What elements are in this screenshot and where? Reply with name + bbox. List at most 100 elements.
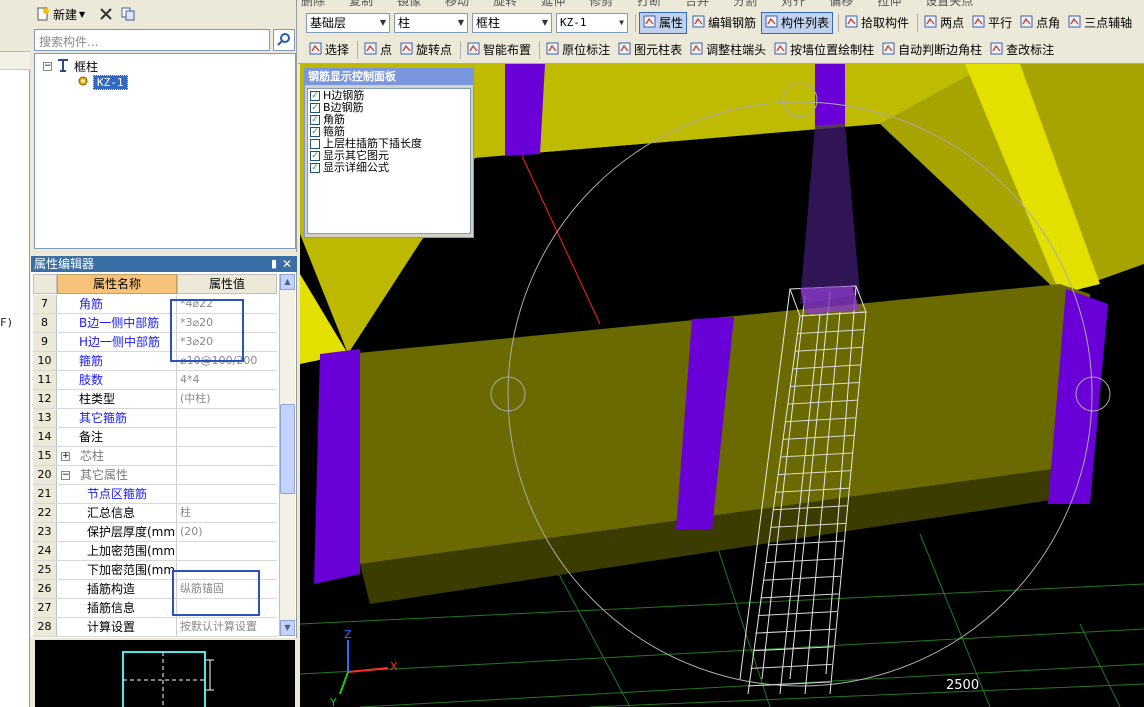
rebar-option-label: 显示详细公式 xyxy=(323,161,389,174)
checkbox-unchecked-icon[interactable] xyxy=(310,139,320,149)
property-value[interactable] xyxy=(177,428,277,446)
toolbar-top-item[interactable]: 移动 xyxy=(442,0,472,7)
tree-node-frame-column[interactable]: − 框柱 xyxy=(43,58,98,74)
toolbar-top-item[interactable]: 删除 xyxy=(298,0,328,7)
checkbox-checked-icon[interactable]: ✓ xyxy=(310,127,320,137)
property-row[interactable]: 24 上加密范围(mm) xyxy=(33,542,277,561)
property-row[interactable]: 21 节点区箍筋 xyxy=(33,485,277,504)
property-value[interactable]: (中柱) xyxy=(177,390,277,408)
search-input[interactable]: 搜索构件... xyxy=(34,29,270,51)
checkbox-checked-icon[interactable]: ✓ xyxy=(310,151,320,161)
toolbar-button-draw-by-wall[interactable]: 按墙位置绘制柱 xyxy=(771,39,877,61)
row-number: 26 xyxy=(33,580,57,598)
property-row[interactable]: 28 计算设置 按默认计算设置 xyxy=(33,618,277,637)
property-value[interactable]: 4*4 xyxy=(177,371,277,389)
toolbar-top-item[interactable]: 复制 xyxy=(346,0,376,7)
property-value[interactable] xyxy=(177,485,277,503)
property-row[interactable]: 14 备注 xyxy=(33,428,277,447)
property-scrollbar[interactable]: ▲ ▼ xyxy=(279,274,295,636)
chevron-down-icon: ▼ xyxy=(541,18,548,27)
property-row-group[interactable]: 20− 其它属性 xyxy=(33,466,277,485)
element-subtype-select[interactable]: 框柱 ▼ xyxy=(472,12,552,33)
delete-button[interactable] xyxy=(99,4,113,24)
toolbar-button-in-place-annotation[interactable]: 原位标注 xyxy=(543,39,613,61)
toolbar-button-two-point[interactable]: 两点 xyxy=(921,12,967,34)
new-dropdown-icon[interactable]: ▼ xyxy=(79,10,85,19)
property-row-group[interactable]: 15 + 芯柱 xyxy=(33,447,277,466)
toolbar-top-item[interactable]: 旋转 xyxy=(490,0,520,7)
close-icon[interactable]: ✕ xyxy=(282,256,292,272)
property-value-header[interactable]: 属性值 xyxy=(177,274,277,294)
row-number: 22 xyxy=(33,504,57,522)
copy-button[interactable] xyxy=(121,4,135,24)
floor-select[interactable]: 基础层 ▼ xyxy=(306,12,390,33)
collapse-icon[interactable]: − xyxy=(61,470,70,480)
toolbar-button-smart-layout[interactable]: 智能布置 xyxy=(464,39,534,61)
toolbar-button-three-point-axis[interactable]: 三点辅轴 xyxy=(1065,12,1135,34)
property-name-header[interactable]: 属性名称 xyxy=(57,274,177,294)
property-row[interactable]: 13 其它箍筋 xyxy=(33,409,277,428)
scroll-down-icon[interactable]: ▼ xyxy=(280,620,295,636)
component-gear-icon xyxy=(77,75,89,90)
toolbar-button-pick[interactable]: 拾取构件 xyxy=(842,12,912,34)
toolbar-top-item[interactable]: 拉伸 xyxy=(874,0,904,7)
toolbar-button-edit-rebar[interactable]: 编辑钢筋 xyxy=(689,12,759,34)
toolbar-top-item[interactable]: 偏移 xyxy=(826,0,856,7)
toolbar-button-edit-annotation[interactable]: 查改标注 xyxy=(987,39,1057,61)
toolbar-button-adjust-column-end[interactable]: 调整柱端头 xyxy=(687,39,769,61)
collapse-icon[interactable]: − xyxy=(43,61,52,71)
toolbar-top-item[interactable]: 对齐 xyxy=(778,0,808,7)
property-row[interactable]: 12 柱类型 (中柱) xyxy=(33,390,277,409)
property-value[interactable] xyxy=(177,447,277,465)
property-value[interactable]: 按默认计算设置 xyxy=(177,618,277,636)
toolbar-top-item[interactable]: 合并 xyxy=(682,0,712,7)
toolbar-top-item[interactable]: 延伸 xyxy=(538,0,568,7)
expand-icon[interactable]: + xyxy=(61,451,70,461)
toolbar-button-properties[interactable]: 属性 xyxy=(639,11,688,34)
toolbar-button-parallel[interactable]: 平行 xyxy=(969,12,1015,34)
toolbar-top-item[interactable]: 设置夹点 xyxy=(922,0,976,7)
element-name-select[interactable]: KZ-1 ▼ xyxy=(556,12,628,33)
property-name: B边一侧中部筋 xyxy=(57,314,177,332)
toolbar-top-item[interactable]: 分割 xyxy=(730,0,760,7)
property-row[interactable]: 11 肢数 4*4 xyxy=(33,371,277,390)
toolbar-button-point-angle[interactable]: 点角 xyxy=(1017,12,1063,34)
property-value[interactable] xyxy=(177,542,277,560)
checkbox-checked-icon[interactable]: ✓ xyxy=(310,91,320,101)
toolbar-top-item[interactable]: 修剪 xyxy=(586,0,616,7)
property-value[interactable] xyxy=(177,409,277,427)
scroll-up-icon[interactable]: ▲ xyxy=(280,274,295,290)
toolbar-button-label: 拾取构件 xyxy=(861,16,910,30)
element-subtype-value: 框柱 xyxy=(476,16,501,30)
checkbox-checked-icon[interactable]: ✓ xyxy=(310,163,320,173)
new-button[interactable]: 新建 ▼ xyxy=(36,4,85,24)
pin-icon[interactable]: ▮ xyxy=(271,256,277,272)
element-type-value: 柱 xyxy=(398,16,411,30)
search-button[interactable] xyxy=(273,29,295,51)
property-row[interactable]: 23 保护层厚度(mm) (20) xyxy=(33,523,277,542)
property-row[interactable]: 22 汇总信息柱 xyxy=(33,504,277,523)
toolbar-button-point[interactable]: 点 xyxy=(361,39,395,61)
checkbox-checked-icon[interactable]: ✓ xyxy=(310,103,320,113)
draw-by-wall-icon xyxy=(774,42,787,58)
property-value[interactable]: 柱 xyxy=(177,504,277,522)
property-value[interactable]: (20) xyxy=(177,523,277,541)
toolbar-button-auto-corner-column[interactable]: 自动判断边角柱 xyxy=(879,39,985,61)
toolbar-button-column-table[interactable]: 图元柱表 xyxy=(615,39,685,61)
checkbox-checked-icon[interactable]: ✓ xyxy=(310,115,320,125)
scrollbar-thumb[interactable] xyxy=(280,404,295,494)
parallel-icon xyxy=(972,15,985,31)
toolbar-top-item[interactable]: 打断 xyxy=(634,0,664,7)
toolbar-top-item[interactable]: 镜像 xyxy=(394,0,424,7)
copy-icon xyxy=(121,7,135,21)
tree-node-kz1[interactable]: KZ-1 xyxy=(77,74,128,90)
rebar-option-row[interactable]: ✓ 显示详细公式 xyxy=(310,162,468,174)
toolbar-button-component-list[interactable]: 构件列表 xyxy=(761,11,834,34)
toolbar-button-rotate-point[interactable]: 旋转点 xyxy=(397,39,455,61)
row-number-header xyxy=(33,274,57,294)
rebar-options-list: ✓ H边钢筋 ✓ B边钢筋 ✓ 角筋 ✓ 箍筋 上层柱插筋下插长度 ✓ 显示其它图元 ✓ 显示详细公式 xyxy=(307,88,471,234)
property-value[interactable] xyxy=(177,466,277,484)
element-type-select[interactable]: 柱 ▼ xyxy=(394,12,468,33)
3d-viewport[interactable]: Z X Y 钢筋显示控制面板 ✓ H边钢筋 ✓ B边钢筋 ✓ 角筋 ✓ 箍筋 上层柱插筋下插长度… xyxy=(300,64,1144,707)
toolbar-button-select[interactable]: 选择 xyxy=(306,39,352,61)
